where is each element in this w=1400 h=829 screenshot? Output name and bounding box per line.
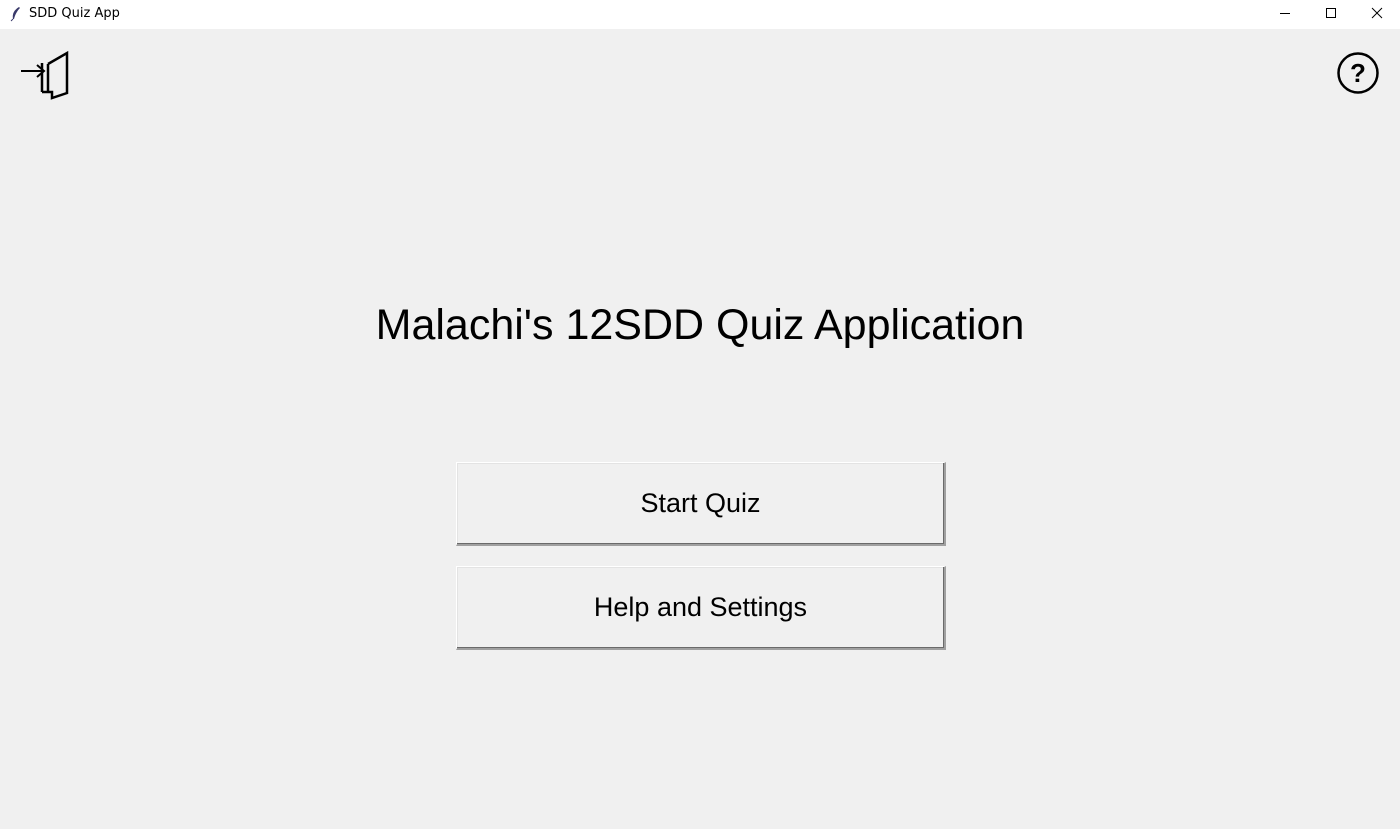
close-icon: [1371, 6, 1383, 24]
maximize-button[interactable]: [1308, 0, 1354, 29]
app-window: SDD Quiz App ? Malachi's 12SDD Quiz Appl…: [0, 0, 1400, 829]
maximize-icon: [1325, 6, 1337, 24]
title-bar[interactable]: SDD Quiz App: [0, 0, 1400, 29]
start-quiz-button[interactable]: Start Quiz: [456, 462, 946, 546]
window-title: SDD Quiz App: [29, 6, 120, 21]
minimize-icon: [1279, 6, 1291, 24]
feather-icon: [9, 6, 23, 22]
main-content: ? Malachi's 12SDD Quiz Application Start…: [0, 29, 1400, 829]
exit-door-icon: [19, 50, 71, 106]
close-button[interactable]: [1354, 0, 1400, 29]
page-title: Malachi's 12SDD Quiz Application: [375, 301, 1025, 349]
svg-text:?: ?: [1350, 58, 1366, 88]
help-and-settings-button[interactable]: Help and Settings: [456, 566, 946, 650]
exit-button[interactable]: [19, 50, 71, 102]
help-button[interactable]: ?: [1334, 52, 1382, 100]
question-circle-icon: ?: [1334, 52, 1382, 104]
minimize-button[interactable]: [1262, 0, 1308, 29]
